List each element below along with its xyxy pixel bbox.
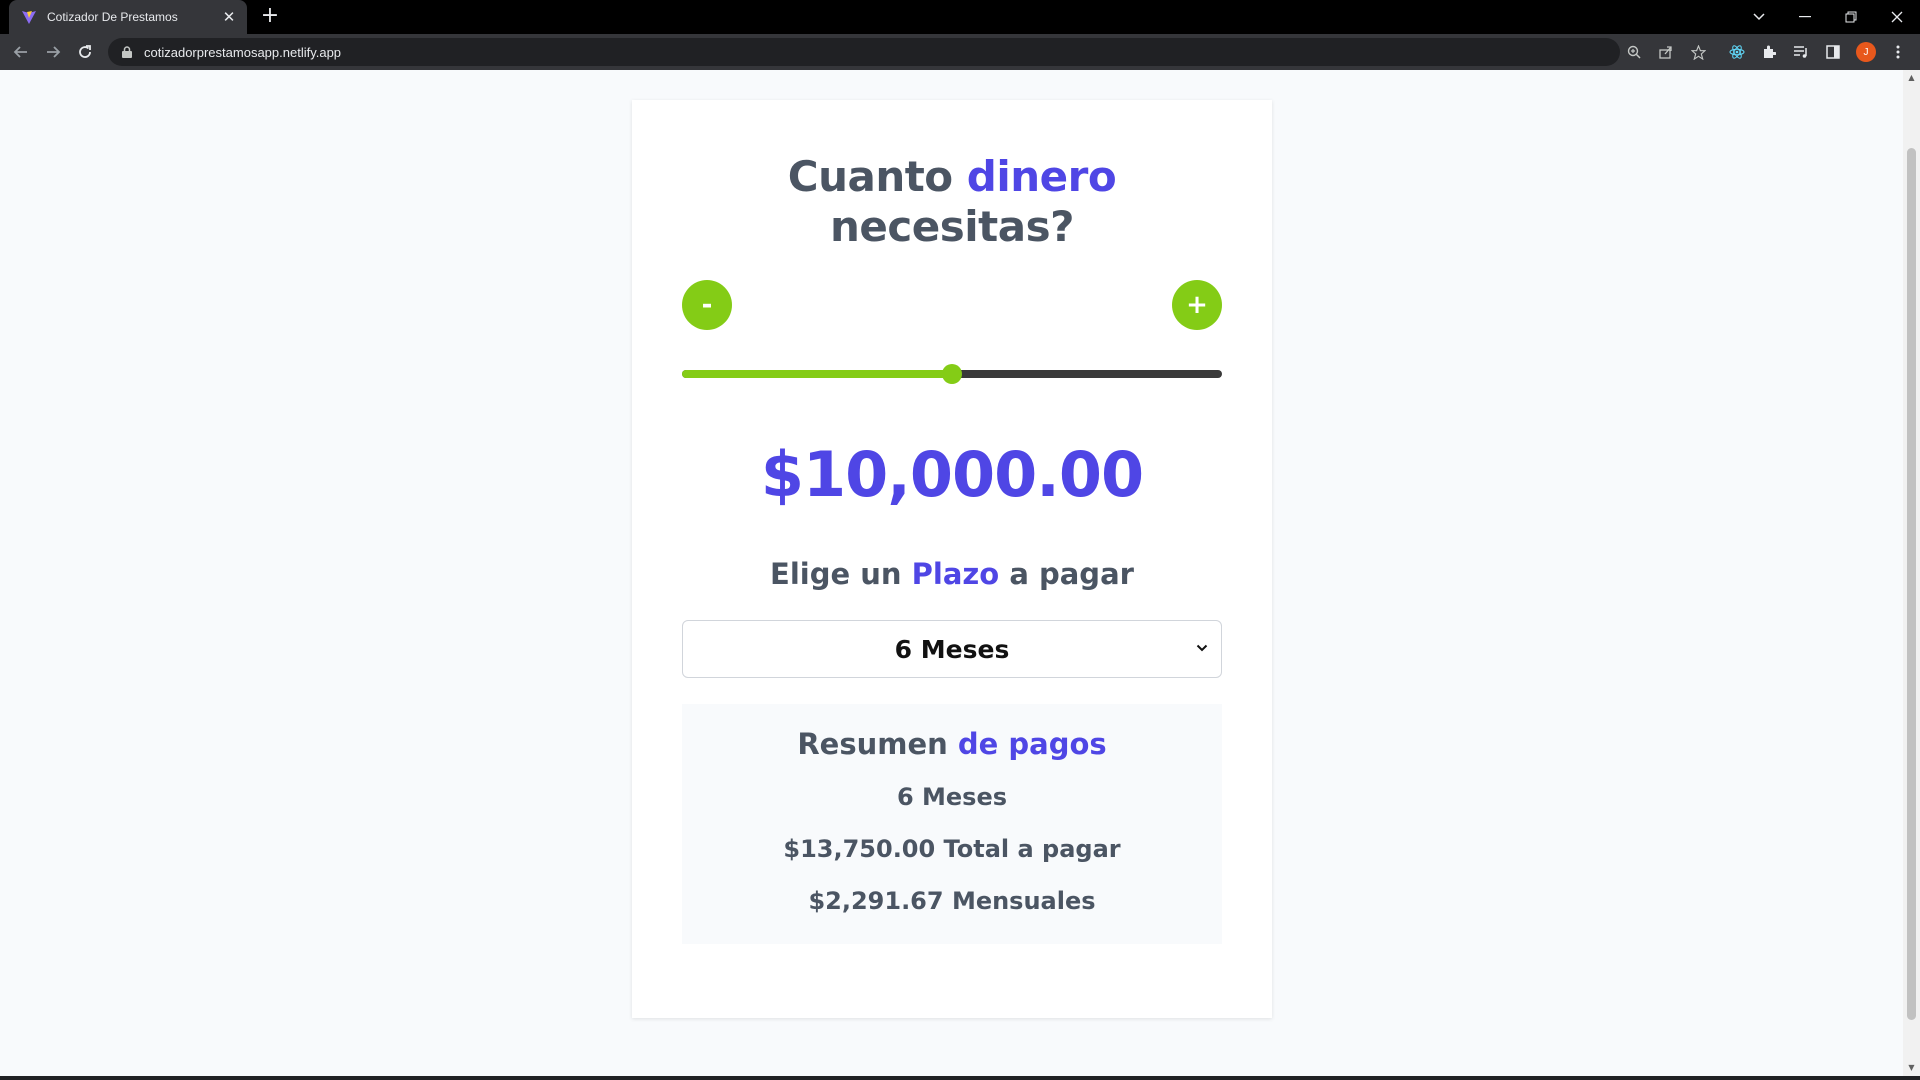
slider-fill bbox=[682, 370, 952, 378]
side-panel-icon[interactable] bbox=[1821, 40, 1845, 64]
menu-icon[interactable] bbox=[1886, 40, 1910, 64]
payment-summary: Resumen de pagos 6 Meses $13,750.00 Tota… bbox=[682, 704, 1222, 944]
amount-slider[interactable] bbox=[682, 364, 1222, 384]
scroll-down-icon[interactable]: ▼ bbox=[1903, 1060, 1920, 1076]
title-text-1: Cuanto bbox=[787, 152, 967, 201]
lock-icon[interactable] bbox=[120, 46, 134, 58]
close-window-icon[interactable] bbox=[1874, 0, 1920, 34]
avatar[interactable]: J bbox=[1856, 42, 1876, 62]
scroll-up-icon[interactable]: ▲ bbox=[1903, 70, 1920, 86]
window-bottom-edge bbox=[0, 1076, 1920, 1080]
restore-icon[interactable] bbox=[1828, 0, 1874, 34]
decrease-button[interactable]: - bbox=[682, 280, 732, 330]
term-heading-accent: Plazo bbox=[911, 557, 1000, 591]
page-title: Cuanto dinero necesitas? bbox=[632, 152, 1272, 252]
term-heading-text-1: Elige un bbox=[770, 557, 912, 591]
loan-calculator-card: Cuanto dinero necesitas? - + $10,000.00 … bbox=[632, 100, 1272, 1018]
browser-tab[interactable]: Cotizador De Prestamos ✕ bbox=[9, 0, 247, 34]
back-icon[interactable] bbox=[9, 40, 33, 64]
forward-icon[interactable] bbox=[41, 40, 65, 64]
tab-title: Cotizador De Prestamos bbox=[47, 10, 178, 24]
minimize-icon[interactable] bbox=[1782, 0, 1828, 34]
title-text-2: necesitas? bbox=[830, 202, 1074, 251]
zoom-icon[interactable] bbox=[1622, 40, 1646, 64]
summary-title-accent: de pagos bbox=[957, 727, 1107, 761]
page-viewport: Cuanto dinero necesitas? - + $10,000.00 … bbox=[0, 70, 1903, 1076]
summary-monthly: $2,291.67 Mensuales bbox=[808, 887, 1096, 915]
term-heading: Elige un Plazo a pagar bbox=[632, 556, 1272, 592]
address-bar[interactable]: cotizadorprestamosapp.netlify.app bbox=[108, 38, 1620, 66]
bookmark-star-icon[interactable] bbox=[1686, 40, 1710, 64]
reload-icon[interactable] bbox=[73, 40, 97, 64]
summary-title-text: Resumen bbox=[797, 727, 958, 761]
extensions-icon[interactable] bbox=[1757, 40, 1781, 64]
close-tab-icon[interactable]: ✕ bbox=[221, 8, 237, 26]
slider-thumb[interactable] bbox=[942, 364, 962, 384]
term-heading-text-2: a pagar bbox=[999, 557, 1134, 591]
react-devtools-icon[interactable] bbox=[1725, 40, 1749, 64]
title-accent: dinero bbox=[966, 152, 1117, 201]
page-scrollbar[interactable]: ▲ ▼ bbox=[1903, 70, 1920, 1076]
tab-search-icon[interactable] bbox=[1736, 0, 1782, 34]
share-icon[interactable] bbox=[1654, 40, 1678, 64]
url-text[interactable]: cotizadorprestamosapp.netlify.app bbox=[144, 45, 341, 60]
scrollbar-thumb[interactable] bbox=[1907, 148, 1916, 1020]
browser-toolbar: cotizadorprestamosapp.netlify.app J bbox=[0, 34, 1920, 70]
term-select[interactable]: 6 Meses bbox=[682, 620, 1222, 678]
loan-amount: $10,000.00 bbox=[760, 438, 1144, 511]
media-icon[interactable] bbox=[1789, 40, 1813, 64]
vite-favicon-icon bbox=[21, 9, 37, 25]
chevron-down-icon bbox=[1195, 641, 1209, 655]
summary-title: Resumen de pagos bbox=[682, 726, 1222, 762]
new-tab-button[interactable]: + bbox=[258, 4, 282, 28]
term-select-value: 6 Meses bbox=[894, 634, 1010, 664]
tab-strip: Cotizador De Prestamos ✕ + bbox=[0, 0, 1920, 34]
increase-button[interactable]: + bbox=[1172, 280, 1222, 330]
summary-total: $13,750.00 Total a pagar bbox=[783, 835, 1121, 863]
summary-months: 6 Meses bbox=[896, 783, 1008, 811]
